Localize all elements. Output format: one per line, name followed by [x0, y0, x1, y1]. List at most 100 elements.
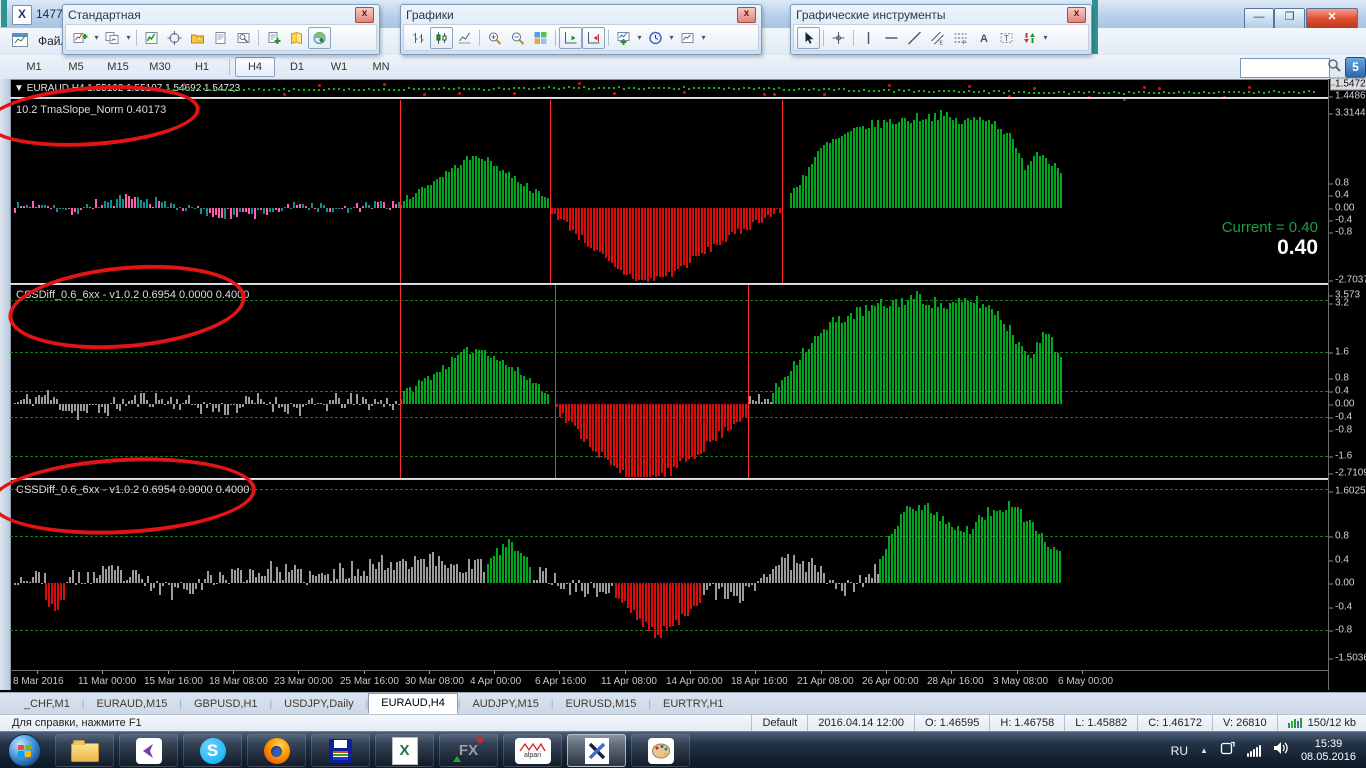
fibonacci-retracement-icon[interactable]: F	[949, 27, 972, 49]
crosshair-icon[interactable]	[163, 27, 186, 49]
candlesticks-icon[interactable]	[430, 27, 453, 49]
clock[interactable]: 15:39 08.05.2016	[1301, 738, 1356, 764]
alerts-icon[interactable]	[285, 27, 308, 49]
bar-chart-icon[interactable]	[407, 27, 430, 49]
taskbar-app-metatrader[interactable]	[567, 734, 626, 767]
profiles-icon[interactable]	[101, 27, 124, 49]
toolbar-close-button[interactable]: x	[355, 7, 374, 23]
toolbar-close-button[interactable]: x	[1067, 7, 1086, 23]
tf-MN[interactable]: MN	[361, 57, 401, 77]
dropdown-caret[interactable]: ▾	[124, 33, 133, 42]
price-scale[interactable]: 1.547231.448603.314420.80.40.00-0.4-0.8-…	[1328, 79, 1366, 690]
taskbar-app-paint[interactable]	[631, 734, 690, 767]
mql5-community-icon[interactable]	[308, 27, 331, 49]
tf-M15[interactable]: M15	[98, 57, 138, 77]
action-center-icon[interactable]	[1220, 741, 1235, 760]
dropdown-caret[interactable]: ▾	[667, 33, 676, 42]
taskbar-app-explorer[interactable]	[55, 734, 114, 767]
taskbar-app-skype[interactable]: S	[183, 734, 242, 767]
close-button[interactable]: ✕	[1306, 8, 1358, 29]
taskbar-app-kmplayer[interactable]	[119, 734, 178, 767]
tf-D1[interactable]: D1	[277, 57, 317, 77]
tick-chart-icon[interactable]	[140, 27, 163, 49]
trendline-icon[interactable]	[903, 27, 926, 49]
tile-windows-icon[interactable]	[529, 27, 552, 49]
histogram-bar	[874, 127, 876, 208]
horizontal-line-icon[interactable]	[880, 27, 903, 49]
toolbar-standard-titlebar[interactable]: Стандартная x	[63, 5, 379, 24]
auto-scroll-icon[interactable]	[559, 27, 582, 49]
collapsed-price-chart[interactable]: ▼ EURAUD,H4 1.55102 1.55107 1.54692 1.54…	[10, 82, 1328, 98]
indicator-panel-cssdiff-2[interactable]: CSSDiff_0.6_6xx - v1.0.2 0.6954 0.0000 0…	[10, 480, 1328, 670]
taskbar-app-alpari[interactable]: alpari	[503, 734, 562, 767]
equidistant-channel-icon[interactable]: E	[926, 27, 949, 49]
indicators-icon[interactable]	[612, 27, 635, 49]
zoom-out-icon[interactable]	[506, 27, 529, 49]
chart-tab-gbpusd-h1[interactable]: GBPUSD,H1	[182, 695, 270, 714]
status-profile[interactable]: Default	[751, 715, 807, 731]
text-label-icon[interactable]: T	[995, 27, 1018, 49]
toolbar-graphic-tools[interactable]: Графические инструменты x E F A T ▾	[790, 4, 1092, 55]
tf-H4[interactable]: H4	[235, 57, 275, 77]
chart-tab-eurusd-m15[interactable]: EURUSD,M15	[554, 695, 649, 714]
taskbar-app-aimp[interactable]	[311, 734, 370, 767]
text-icon[interactable]: A	[972, 27, 995, 49]
templates-icon[interactable]	[676, 27, 699, 49]
histogram-bar	[811, 343, 813, 404]
maximize-button[interactable]: ❐	[1274, 8, 1305, 29]
new-chart-icon[interactable]	[69, 27, 92, 49]
chart-shift-icon[interactable]	[582, 27, 605, 49]
dropdown-caret[interactable]: ▾	[635, 33, 644, 42]
taskbar-app-firefox[interactable]	[247, 734, 306, 767]
volume-icon[interactable]	[1273, 741, 1289, 760]
network-icon[interactable]	[1247, 745, 1261, 757]
language-indicator[interactable]: RU	[1171, 744, 1188, 758]
dropdown-caret[interactable]: ▾	[1041, 33, 1050, 42]
indicator-panel-tmaslope[interactable]: 10.2 TmaSlope_Norm 0.40173 Current = 0.4…	[10, 100, 1328, 283]
minimize-button[interactable]: —	[1244, 8, 1274, 29]
cursor-icon[interactable]	[797, 27, 820, 49]
favorites-folder-icon[interactable]	[186, 27, 209, 49]
periods-icon[interactable]	[644, 27, 667, 49]
panel-splitter[interactable]	[10, 97, 1366, 99]
search-input[interactable]	[1240, 58, 1330, 78]
tray-expand-icon[interactable]: ▲	[1200, 746, 1208, 755]
notification-badge[interactable]: 5	[1345, 57, 1366, 78]
new-order-icon[interactable]	[262, 27, 285, 49]
sparkline-dot	[283, 88, 285, 90]
tf-M30[interactable]: M30	[140, 57, 180, 77]
chart-tab--chf-m1[interactable]: _CHF,M1	[12, 695, 82, 714]
arrows-icon[interactable]	[1018, 27, 1041, 49]
zoom-in-icon[interactable]	[483, 27, 506, 49]
start-button[interactable]	[8, 734, 41, 767]
terminal-icon[interactable]	[209, 27, 232, 49]
line-chart-icon[interactable]	[453, 27, 476, 49]
tf-M5[interactable]: M5	[56, 57, 96, 77]
time-axis[interactable]: 8 Mar 201611 Mar 00:0015 Mar 16:0018 Mar…	[10, 670, 1328, 691]
toolbar-charts[interactable]: Графики x ▾ ▾ ▾	[400, 4, 762, 55]
taskbar-app-forex-tester[interactable]: FX	[439, 734, 498, 767]
chart-tab-audjpy-m15[interactable]: AUDJPY,M15	[460, 695, 550, 714]
tf-M1[interactable]: M1	[14, 57, 54, 77]
chart-tab-eurtry-h1[interactable]: EURTRY,H1	[651, 695, 736, 714]
indicator-panel-cssdiff-1[interactable]: CSSDiff_0.6_6xx - v1.0.2 0.6954 0.0000 0…	[10, 285, 1328, 478]
chart-tab-euraud-m15[interactable]: EURAUD,M15	[84, 695, 179, 714]
dropdown-caret[interactable]: ▾	[92, 33, 101, 42]
taskbar-app-excel[interactable]: X	[375, 734, 434, 767]
strategy-tester-icon[interactable]	[232, 27, 255, 49]
tf-W1[interactable]: W1	[319, 57, 359, 77]
toolbar-charts-titlebar[interactable]: Графики x	[401, 5, 761, 24]
toolbar-graphic-tools-titlebar[interactable]: Графические инструменты x	[791, 5, 1091, 24]
toolbar-close-button[interactable]: x	[737, 7, 756, 23]
chart-tab-usdjpy-daily[interactable]: USDJPY,Daily	[272, 695, 366, 714]
dropdown-caret[interactable]: ▾	[699, 33, 708, 42]
crosshair-tool-icon[interactable]	[827, 27, 850, 49]
toolbar-standard[interactable]: Стандартная x ▾ ▾	[62, 4, 380, 55]
vertical-line-icon[interactable]	[857, 27, 880, 49]
histogram-bar	[955, 118, 957, 208]
search-icon[interactable]	[1327, 58, 1342, 75]
chart-tab-euraud-h4[interactable]: EURAUD,H4	[368, 693, 458, 714]
tf-H1[interactable]: H1	[182, 57, 222, 77]
histogram-bar	[644, 208, 646, 280]
firefox-icon	[264, 738, 290, 764]
